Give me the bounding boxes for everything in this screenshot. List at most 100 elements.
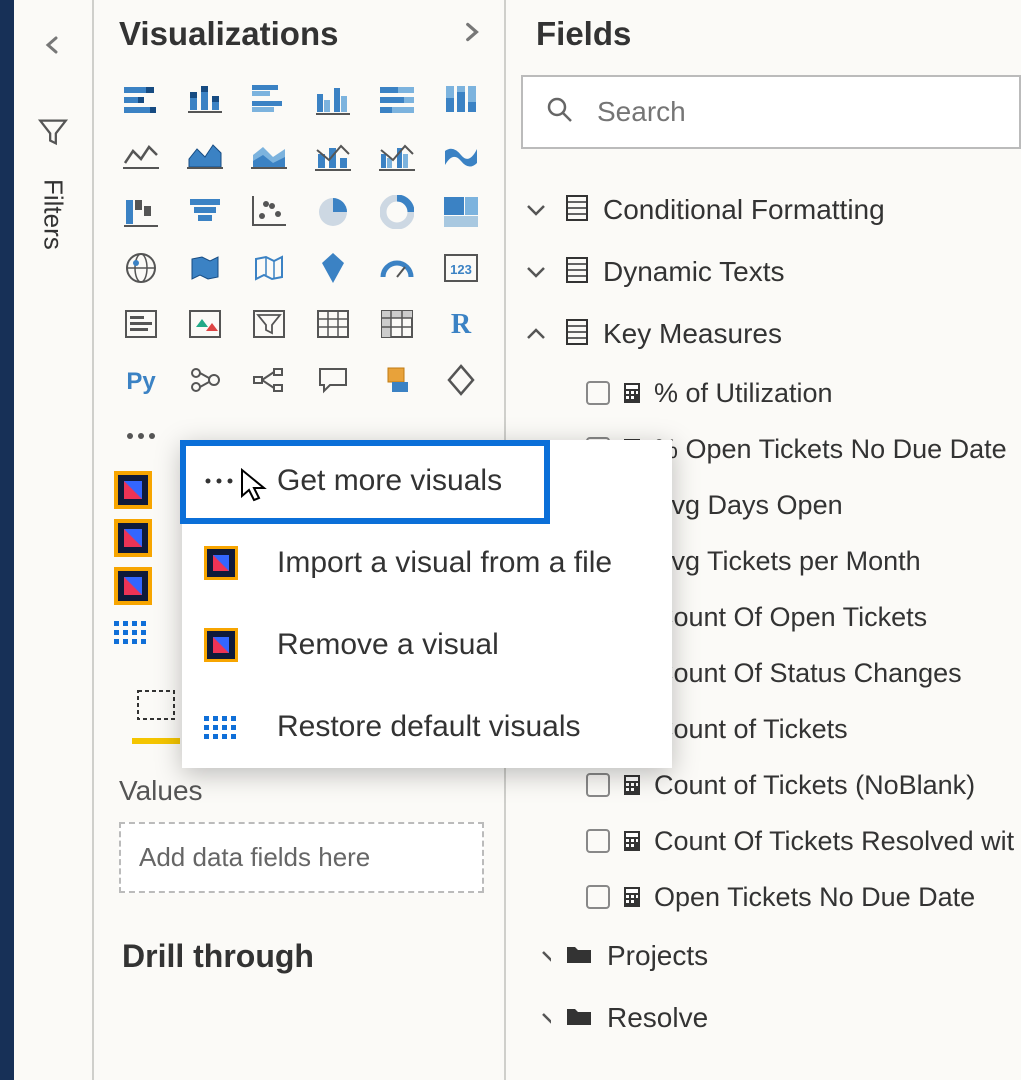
table-projects[interactable]: Projects bbox=[506, 925, 1021, 987]
slicer-icon[interactable] bbox=[242, 297, 296, 351]
ribbon-chart-icon[interactable] bbox=[434, 129, 488, 183]
field-name: Avg Days Open bbox=[654, 490, 843, 521]
checkbox[interactable] bbox=[586, 885, 610, 909]
table-name: Conditional Formatting bbox=[603, 194, 885, 226]
dots-grid-icon bbox=[204, 716, 249, 739]
multi-row-card-icon[interactable] bbox=[114, 297, 168, 351]
values-label: Values bbox=[119, 775, 484, 807]
table-name: Dynamic Texts bbox=[603, 256, 785, 288]
more-visuals-button[interactable] bbox=[114, 409, 168, 463]
search-box[interactable] bbox=[521, 75, 1021, 149]
restore-visuals-item[interactable]: Restore default visuals bbox=[182, 686, 672, 768]
qa-visual-icon[interactable] bbox=[306, 353, 360, 407]
search-input[interactable] bbox=[597, 96, 1019, 128]
custom-visual-3-icon[interactable] bbox=[114, 567, 152, 605]
visualizations-title: Visualizations bbox=[119, 15, 458, 53]
field-name: Count Of Tickets Resolved wit bbox=[654, 826, 1014, 857]
remove-visual-item[interactable]: Remove a visual bbox=[182, 604, 672, 686]
ellipsis-icon bbox=[204, 477, 249, 485]
funnel-chart-icon[interactable] bbox=[178, 185, 232, 239]
chevron-up-icon bbox=[521, 327, 551, 341]
hundred-stacked-column-chart-icon[interactable] bbox=[434, 73, 488, 127]
area-chart-icon[interactable] bbox=[178, 129, 232, 183]
field-name: Count of Tickets bbox=[654, 714, 848, 745]
custom-visual-icon bbox=[204, 628, 249, 662]
chevron-down-icon bbox=[521, 1011, 551, 1025]
menu-item-label: Import a visual from a file bbox=[277, 546, 612, 580]
map-icon[interactable] bbox=[114, 241, 168, 295]
card-icon[interactable]: 123 bbox=[434, 241, 488, 295]
field-open-tickets-no-due-date[interactable]: Open Tickets No Due Date bbox=[506, 869, 1021, 925]
custom-visual-1-icon[interactable] bbox=[114, 471, 152, 509]
checkbox[interactable] bbox=[586, 773, 610, 797]
checkbox[interactable] bbox=[586, 381, 610, 405]
field-name: Avg Tickets per Month bbox=[654, 546, 921, 577]
field-name: % Open Tickets No Due Date bbox=[654, 434, 1007, 465]
visualizations-pane: Visualizations 123 bbox=[94, 0, 506, 1080]
filters-rail: Filters bbox=[14, 0, 94, 1080]
kpi-icon[interactable] bbox=[178, 297, 232, 351]
pie-chart-icon[interactable] bbox=[306, 185, 360, 239]
svg-text:Py: Py bbox=[126, 368, 156, 395]
matrix-icon[interactable] bbox=[370, 297, 424, 351]
stacked-bar-chart-icon[interactable] bbox=[114, 73, 168, 127]
r-visual-icon[interactable]: R bbox=[434, 297, 488, 351]
filters-label: Filters bbox=[38, 179, 69, 250]
decomposition-tree-icon[interactable] bbox=[242, 353, 296, 407]
azure-map-icon[interactable] bbox=[306, 241, 360, 295]
get-more-visuals-item[interactable]: Get more visuals bbox=[182, 440, 672, 522]
menu-item-label: Restore default visuals bbox=[277, 710, 581, 744]
funnel-icon bbox=[36, 115, 70, 154]
donut-chart-icon[interactable] bbox=[370, 185, 424, 239]
table-icon bbox=[565, 318, 589, 351]
chevron-down-icon bbox=[521, 949, 551, 963]
svg-text:123: 123 bbox=[450, 262, 472, 277]
menu-item-label: Get more visuals bbox=[277, 464, 502, 498]
measure-icon bbox=[622, 886, 642, 908]
table-key-measures[interactable]: Key Measures bbox=[506, 303, 1021, 365]
field-name: Count of Tickets (NoBlank) bbox=[654, 770, 975, 801]
clustered-bar-chart-icon[interactable] bbox=[242, 73, 296, 127]
filled-map-icon[interactable] bbox=[178, 241, 232, 295]
table-resolve[interactable]: Resolve bbox=[506, 987, 1021, 1049]
table-conditional-formatting[interactable]: Conditional Formatting bbox=[506, 179, 1021, 241]
expand-filters-button[interactable] bbox=[28, 20, 78, 70]
chevron-down-icon bbox=[521, 265, 551, 279]
table-name: Key Measures bbox=[603, 318, 782, 350]
scatter-chart-icon[interactable] bbox=[242, 185, 296, 239]
shape-map-icon[interactable] bbox=[242, 241, 296, 295]
python-visual-icon[interactable]: Py bbox=[114, 353, 168, 407]
import-visual-item[interactable]: Import a visual from a file bbox=[182, 522, 672, 604]
field-name: Open Tickets No Due Date bbox=[654, 882, 975, 913]
line-chart-icon[interactable] bbox=[114, 129, 168, 183]
clustered-column-chart-icon[interactable] bbox=[306, 73, 360, 127]
field-name: Count Of Open Tickets bbox=[654, 602, 927, 633]
stacked-area-chart-icon[interactable] bbox=[242, 129, 296, 183]
arcgis-map-icon[interactable] bbox=[370, 353, 424, 407]
measure-icon bbox=[622, 774, 642, 796]
checkbox[interactable] bbox=[586, 829, 610, 853]
fields-tab[interactable] bbox=[132, 685, 180, 744]
table-icon[interactable] bbox=[306, 297, 360, 351]
values-drop-zone[interactable]: Add data fields here bbox=[119, 822, 484, 893]
line-clustered-column-chart-icon[interactable] bbox=[370, 129, 424, 183]
search-icon bbox=[545, 95, 575, 130]
gauge-chart-icon[interactable] bbox=[370, 241, 424, 295]
treemap-chart-icon[interactable] bbox=[434, 185, 488, 239]
line-stacked-column-chart-icon[interactable] bbox=[306, 129, 360, 183]
collapse-viz-button[interactable] bbox=[458, 19, 484, 50]
field-count-tickets-resolved[interactable]: Count Of Tickets Resolved wit bbox=[506, 813, 1021, 869]
key-influencers-icon[interactable] bbox=[178, 353, 232, 407]
folder-icon bbox=[565, 943, 593, 970]
field-pct-utilization[interactable]: % of Utilization bbox=[506, 365, 1021, 421]
table-name: Resolve bbox=[607, 1002, 708, 1034]
stacked-column-chart-icon[interactable] bbox=[178, 73, 232, 127]
custom-visual-2-icon[interactable] bbox=[114, 519, 152, 557]
table-icon bbox=[565, 256, 589, 289]
menu-item-label: Remove a visual bbox=[277, 628, 499, 662]
waterfall-chart-icon[interactable] bbox=[114, 185, 168, 239]
power-apps-visual-icon[interactable] bbox=[434, 353, 488, 407]
field-name: % of Utilization bbox=[654, 378, 833, 409]
table-dynamic-texts[interactable]: Dynamic Texts bbox=[506, 241, 1021, 303]
hundred-stacked-bar-chart-icon[interactable] bbox=[370, 73, 424, 127]
